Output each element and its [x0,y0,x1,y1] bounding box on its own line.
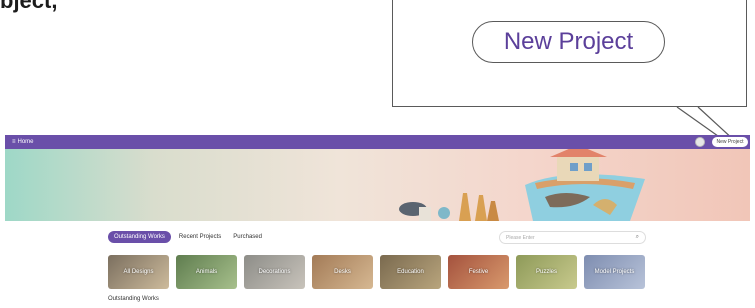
new-project-button[interactable]: New Project [712,137,748,147]
top-navbar: ≡ Home New Project [5,135,750,149]
callout-label: New Project [472,21,665,63]
tab-outstanding-works[interactable]: Outstanding Works [108,231,171,243]
category-desks[interactable]: Desks [312,255,373,289]
category-puzzles[interactable]: Puzzles [516,255,577,289]
category-decorations[interactable]: Decorations [244,255,305,289]
home-icon: ≡ [12,139,16,145]
section-title: Outstanding Works [108,296,159,302]
home-link[interactable]: ≡ Home [12,139,34,145]
category-label: Education [397,269,424,275]
category-model-projects[interactable]: Model Projects [584,255,645,289]
category-education[interactable]: Education [380,255,441,289]
category-row: All Designs Animals Decorations Desks Ed… [108,255,645,289]
category-label: Festive [468,269,489,275]
category-label: Animals [195,269,218,275]
tab-recent-projects[interactable]: Recent Projects [175,232,225,242]
category-label: Desks [334,269,351,275]
top-fragment-text: bject, [0,0,58,13]
category-label: All Designs [123,269,154,275]
search-input[interactable]: Please Enter ⌕ [499,231,646,244]
hero-banner [5,149,750,221]
banner-illustration [399,149,645,221]
category-label: Model Projects [594,269,635,275]
search-placeholder: Please Enter [506,234,535,241]
tab-bar: Outstanding Works Recent Projects Purcha… [108,231,266,243]
callout-box: New Project [392,0,747,107]
category-festive[interactable]: Festive [448,255,509,289]
home-label: Home [17,139,34,145]
category-animals[interactable]: Animals [176,255,237,289]
tab-purchased[interactable]: Purchased [229,232,266,242]
search-icon[interactable]: ⌕ [636,234,639,241]
avatar[interactable] [695,137,705,147]
category-label: Puzzles [535,269,557,275]
category-all-designs[interactable]: All Designs [108,255,169,289]
category-label: Decorations [258,269,291,275]
